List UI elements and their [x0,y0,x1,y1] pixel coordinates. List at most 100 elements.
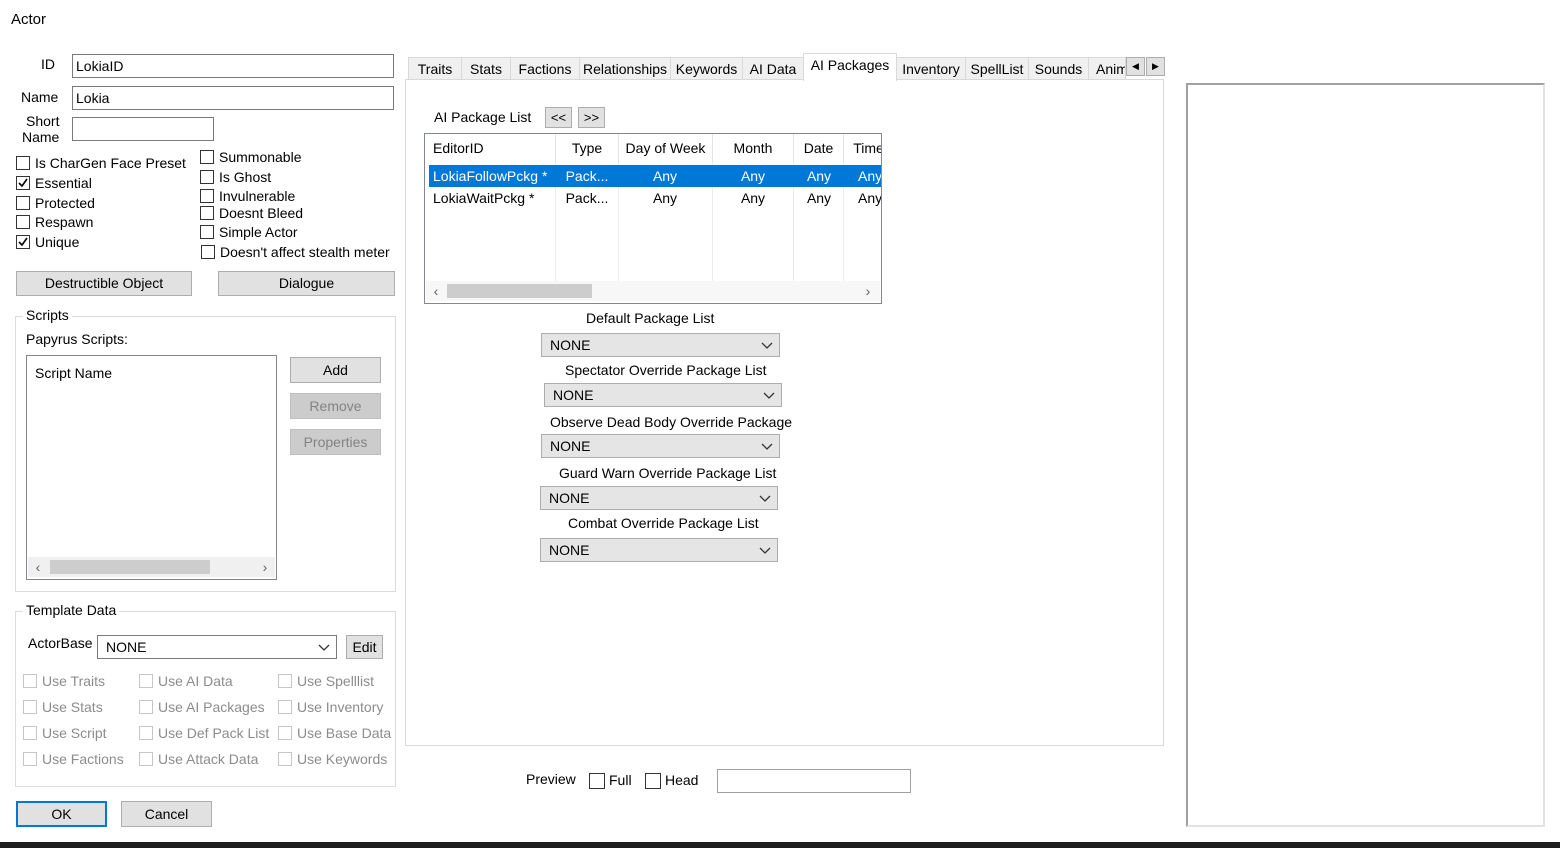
tab-keywords[interactable]: Keywords [670,57,743,80]
summonable-label: Summonable [219,149,302,165]
use-inventory-checkbox[interactable] [278,700,292,714]
use-def-pack-list-checkbox[interactable] [139,726,153,740]
use-attack-data-checkbox[interactable] [139,752,153,766]
doesnt-bleed-checkbox[interactable] [200,206,214,220]
col-editorid[interactable]: EditorID [425,134,556,162]
preview-head-checkbox[interactable] [645,773,661,789]
edit-actorbase-button[interactable]: Edit [346,635,383,659]
scripts-hscroll[interactable]: ‹ › [28,557,275,577]
stealth-meter-checkbox[interactable] [201,245,215,259]
scroll-thumb[interactable] [50,560,210,574]
tab-traits[interactable]: Traits [408,57,462,80]
protected-checkbox[interactable] [16,196,30,210]
add-script-button[interactable]: Add [290,357,381,383]
dialogue-button[interactable]: Dialogue [218,271,395,296]
previous-package-button[interactable]: << [545,107,572,128]
tab-scroll-right-icon[interactable]: ▶ [1146,57,1165,76]
invulnerable-label: Invulnerable [219,188,296,204]
use-spelllist-label: Use Spelllist [297,673,375,689]
chevron-down-icon [763,384,775,412]
scroll-left-icon[interactable]: ‹ [28,557,48,577]
is-ghost-checkbox[interactable] [200,170,214,184]
window-title: Actor [11,11,47,28]
use-traits-checkbox[interactable] [23,674,37,688]
use-ai-data-checkbox[interactable] [139,674,153,688]
essential-checkbox[interactable] [16,176,30,190]
ok-button[interactable]: OK [16,801,107,827]
use-stats-checkbox[interactable] [23,700,37,714]
observe-dead-body-select[interactable]: NONE [541,434,780,458]
use-inventory-label: Use Inventory [297,699,384,715]
row-date: Any [806,168,832,184]
preview-pane[interactable] [1186,83,1545,827]
spectator-override-value: NONE [553,387,594,403]
col-type[interactable]: Type [556,134,619,162]
simple-actor-checkbox[interactable] [200,225,214,239]
preview-label: Preview [526,771,576,787]
stealth-meter-label: Doesn't affect stealth meter [220,244,390,260]
next-package-button[interactable]: >> [578,107,605,128]
scroll-thumb[interactable] [447,284,592,298]
col-day-of-week[interactable]: Day of Week [619,134,713,162]
check-icon [18,237,28,247]
actorbase-select[interactable]: NONE [97,635,337,659]
default-package-list-label: Default Package List [586,310,715,326]
spectator-override-select[interactable]: NONE [544,383,782,407]
use-spelllist-checkbox[interactable] [278,674,292,688]
preview-input[interactable] [717,769,911,793]
combat-override-select[interactable]: NONE [540,538,778,562]
scroll-right-icon[interactable]: › [858,281,878,301]
preview-full-checkbox[interactable] [589,773,605,789]
ai-package-list[interactable]: EditorID Type Day of Week Month Date Tim… [424,133,882,304]
unique-checkbox[interactable] [16,235,30,249]
tab-relationships[interactable]: Relationships [579,57,671,80]
row-time: Any [858,190,882,206]
tab-ai-data[interactable]: AI Data [742,57,804,80]
use-base-data-checkbox[interactable] [278,726,292,740]
use-keywords-checkbox[interactable] [278,752,292,766]
scripts-list[interactable]: Script Name ‹ › [26,355,277,580]
tab-spelllist[interactable]: SpellList [965,57,1029,80]
tab-sounds[interactable]: Sounds [1028,57,1089,80]
tab-ai-packages[interactable]: AI Packages [803,53,897,81]
script-properties-button[interactable]: Properties [290,429,381,455]
row-type: Pack... [565,190,609,206]
col-date[interactable]: Date [794,134,844,162]
destructible-object-button[interactable]: Destructible Object [16,271,192,296]
use-ai-packages-checkbox[interactable] [139,700,153,714]
package-list-hscroll[interactable]: ‹ › [426,281,880,301]
remove-script-button[interactable]: Remove [290,393,381,419]
respawn-label: Respawn [35,214,94,230]
table-row[interactable]: LokiaFollowPckg * Pack... Any Any Any An… [429,165,881,187]
invulnerable-checkbox[interactable] [200,189,214,203]
guard-warn-override-select[interactable]: NONE [540,486,778,510]
use-stats-label: Use Stats [42,699,103,715]
tab-inventory[interactable]: Inventory [896,57,966,80]
script-name-column[interactable]: Script Name [35,365,112,381]
col-month[interactable]: Month [713,134,794,162]
tab-anim[interactable]: Anim [1088,57,1126,80]
row-type: Pack... [565,168,609,184]
tab-scroll-left-icon[interactable]: ◀ [1126,57,1145,76]
scroll-right-icon[interactable]: › [255,557,275,577]
name-field[interactable] [72,86,394,110]
respawn-checkbox[interactable] [16,215,30,229]
short-name-field[interactable] [72,117,214,141]
tab-factions[interactable]: Factions [510,57,580,80]
is-ghost-label: Is Ghost [219,169,272,185]
use-factions-label: Use Factions [42,751,124,767]
use-script-checkbox[interactable] [23,726,37,740]
col-time[interactable]: Time [844,134,881,162]
id-field[interactable] [72,54,394,78]
use-factions-checkbox[interactable] [23,752,37,766]
scroll-left-icon[interactable]: ‹ [426,281,446,301]
use-traits-label: Use Traits [42,673,106,689]
chargen-checkbox[interactable] [16,156,30,170]
summonable-checkbox[interactable] [200,150,214,164]
name-label: Name [21,89,59,105]
tab-stats[interactable]: Stats [461,57,511,80]
default-package-list-select[interactable]: NONE [541,333,780,357]
use-ai-data-label: Use AI Data [158,673,233,689]
cancel-button[interactable]: Cancel [121,801,212,827]
table-row[interactable]: LokiaWaitPckg * Pack... Any Any Any Any [429,187,881,209]
